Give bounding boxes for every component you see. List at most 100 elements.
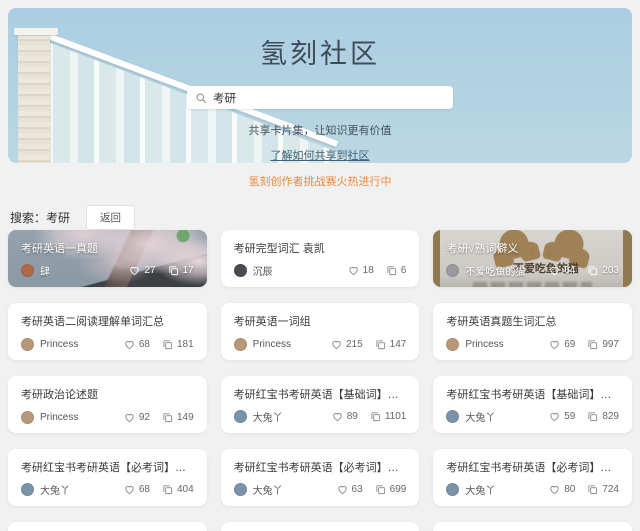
heart-icon [129, 265, 140, 276]
card-count: 1101 [385, 411, 407, 422]
cards-icon [386, 265, 397, 276]
card-set-item[interactable]: ★ ★ ★ 考研红宝书考研英语【必考词】词汇系列Unit... 大兔丫 80 [433, 449, 632, 506]
avatar [234, 483, 247, 496]
cards-icon [587, 484, 598, 495]
card-set-item[interactable]: ★ ★ ★ 不爱吃鱼的猫 考研√熟词僻义 不爱吃鱼的猫 64 [433, 230, 632, 287]
card-author: 肆 [40, 263, 50, 278]
search-icon [195, 92, 207, 104]
avatar [234, 264, 247, 277]
laurel-badge-cover-image: ★ ★ ★ 不爱吃鱼的猫 [433, 230, 632, 287]
card-count: 997 [602, 339, 619, 350]
cards-icon [587, 339, 598, 350]
avatar [446, 410, 459, 423]
card-author: 大兔丫 [40, 482, 70, 497]
heart-icon [124, 412, 135, 423]
heart-icon [331, 339, 342, 350]
card-set-item[interactable]: ★ ★ ★ 考研政治论述题 Princess 92 [8, 376, 207, 433]
like-count: 63 [352, 484, 363, 495]
share-guide-link[interactable]: 了解如何共享到社区 [271, 147, 370, 163]
avatar [446, 483, 459, 496]
cards-icon [162, 339, 173, 350]
card-set-item-partial[interactable] [433, 522, 632, 531]
card-set-item[interactable]: ★ ★ ★ 考研完型词汇 袁凯 沉辰 18 [221, 230, 420, 287]
card-title: 考研红宝书考研英语【必考词】词汇系列Unit... [234, 459, 407, 475]
like-count: 68 [139, 484, 150, 495]
avatar [21, 411, 34, 424]
card-set-item-partial[interactable] [8, 522, 207, 531]
search-box[interactable] [187, 86, 453, 109]
card-count: 699 [390, 484, 407, 495]
card-title: 考研红宝书考研英语【基础词】词汇系列Unit... [234, 386, 407, 402]
cards-icon [375, 484, 386, 495]
like-count: 89 [347, 411, 358, 422]
card-set-item[interactable]: ★ ★ ★ 考研英语一真题 肆 27 [8, 230, 207, 287]
card-count: 149 [177, 412, 194, 423]
avatar [234, 410, 247, 423]
card-count: 829 [602, 411, 619, 422]
card-count: 181 [177, 339, 194, 350]
card-count: 203 [602, 265, 619, 276]
challenge-notice-link[interactable]: 氢刻创作者挑战赛火热进行中 [0, 173, 640, 189]
cards-icon [168, 265, 179, 276]
heart-icon [549, 411, 560, 422]
heart-icon [348, 265, 359, 276]
heart-icon [549, 339, 560, 350]
cards-icon [375, 339, 386, 350]
card-author: Princess [40, 339, 78, 350]
card-set-item[interactable]: ★ ★ ★ 考研英语一词组 Princess 215 [221, 303, 420, 360]
like-count: 69 [564, 339, 575, 350]
card-title: 考研英语一词组 [234, 313, 407, 329]
card-set-item[interactable]: ★ ★ ★ 考研红宝书考研英语【基础词】词汇系列Unit... 大兔丫 59 [433, 376, 632, 433]
avatar [446, 264, 459, 277]
card-count: 404 [177, 484, 194, 495]
card-title: 考研√熟词僻义 [446, 240, 619, 256]
like-count: 68 [139, 339, 150, 350]
heart-icon [124, 339, 135, 350]
card-title: 考研英语二阅读理解单词汇总 [21, 313, 194, 329]
card-set-item[interactable]: ★ ★ ★ 考研红宝书考研英语【必考词】词汇系列Unit... 大兔丫 63 [221, 449, 420, 506]
card-title: 考研红宝书考研英语【基础词】词汇系列Unit... [446, 386, 619, 402]
avatar [21, 483, 34, 496]
card-set-item[interactable]: ★ ★ ★ 考研英语二阅读理解单词汇总 Princess 68 [8, 303, 207, 360]
heart-icon [549, 265, 560, 276]
card-set-item[interactable]: ★ ★ ★ 考研红宝书考研英语【基础词】词汇系列Unit... 大兔丫 89 [221, 376, 420, 433]
avatar [234, 338, 247, 351]
cards-icon [370, 411, 381, 422]
avatar [21, 338, 34, 351]
card-author: 大兔丫 [465, 482, 495, 497]
card-image-subtext-blur [473, 282, 592, 287]
card-author: Princess [253, 339, 291, 350]
card-author: 沉辰 [253, 263, 273, 278]
card-author: 不爱吃鱼的猫 [465, 263, 525, 278]
heart-icon [124, 484, 135, 495]
card-count: 724 [602, 484, 619, 495]
card-set-item-partial[interactable] [221, 522, 420, 531]
card-title: 考研完型词汇 袁凯 [234, 240, 407, 256]
heart-icon [549, 484, 560, 495]
like-count: 18 [363, 265, 374, 276]
search-result-label: 搜索： [10, 209, 46, 226]
cards-icon [587, 265, 598, 276]
like-count: 59 [564, 411, 575, 422]
cards-icon [162, 484, 173, 495]
search-input[interactable] [213, 92, 445, 104]
card-author: 大兔丫 [253, 409, 283, 424]
card-title: 考研政治论述题 [21, 386, 194, 402]
card-set-item[interactable]: ★ ★ ★ 考研英语真题生词汇总 Princess 69 [433, 303, 632, 360]
like-count: 64 [564, 265, 575, 276]
card-count: 6 [401, 265, 407, 276]
card-count: 17 [183, 265, 194, 276]
hero-tagline: 共享卡片集，让知识更有价值 [249, 122, 392, 138]
card-grid: ★ ★ ★ 考研英语一真题 肆 27 [8, 230, 632, 531]
cherry-blossom-cover-image [8, 230, 207, 287]
back-button[interactable]: 返回 [86, 205, 135, 230]
like-count: 92 [139, 412, 150, 423]
card-title: 考研英语真题生词汇总 [446, 313, 619, 329]
card-set-item[interactable]: ★ ★ ★ 考研红宝书考研英语【必考词】词汇系列Unit... 大兔丫 68 [8, 449, 207, 506]
like-count: 27 [144, 265, 155, 276]
card-author: 大兔丫 [465, 409, 495, 424]
card-count: 147 [390, 339, 407, 350]
like-count: 215 [346, 339, 363, 350]
cards-icon [162, 412, 173, 423]
avatar [446, 338, 459, 351]
